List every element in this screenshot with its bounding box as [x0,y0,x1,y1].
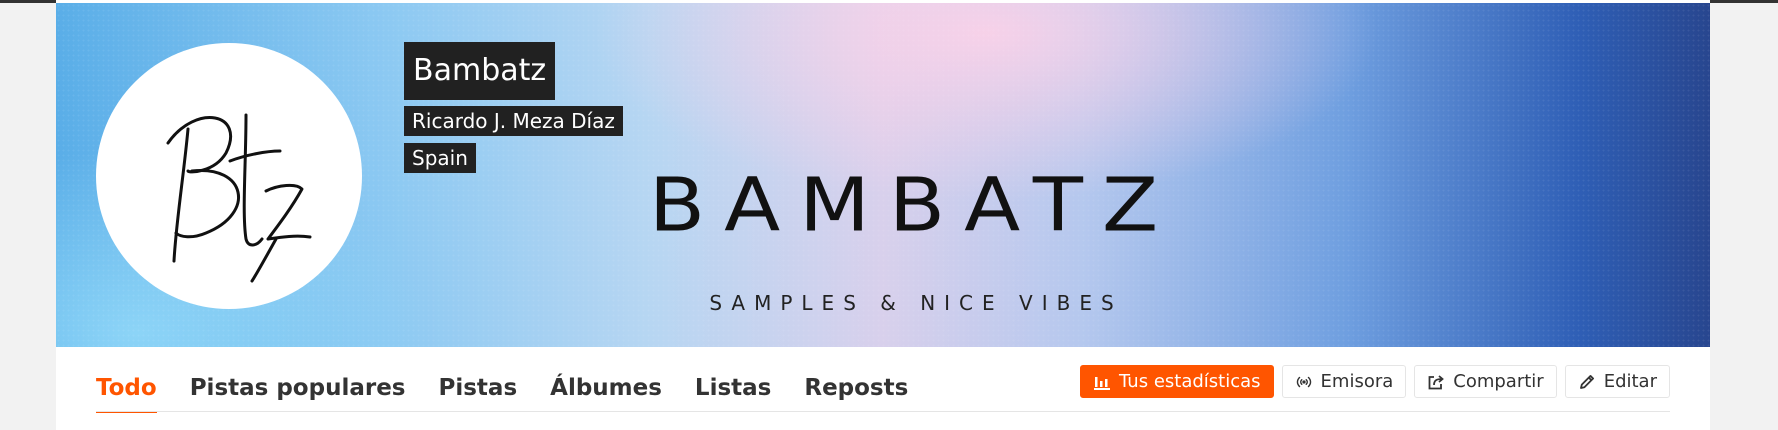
profile-username: Bambatz [404,42,556,100]
avatar[interactable] [96,43,362,309]
station-button-label: Emisora [1320,371,1394,392]
edit-button-label: Editar [1603,371,1657,392]
share-button-label: Compartir [1453,371,1544,392]
btz-logo-icon [166,113,312,283]
tab-albums[interactable]: Álbumes [550,347,662,411]
banner-title: BAMBATZ [648,162,1178,249]
tab-popular-tracks[interactable]: Pistas populares [190,347,406,411]
profile-header-banner: Bambatz Ricardo J. Meza Díaz Spain BAMBA… [56,3,1710,347]
share-icon [1427,373,1445,391]
pencil-icon [1578,373,1596,391]
bar-chart-icon [1093,373,1111,391]
profile-location: Spain [404,143,476,173]
banner-subtitle: SAMPLES & NICE VIBES [709,291,1123,315]
broadcast-icon [1295,373,1313,391]
tab-reposts[interactable]: Reposts [804,347,908,411]
profile-nav: Todo Pistas populares Pistas Álbumes Lis… [56,347,1710,430]
tab-tracks[interactable]: Pistas [439,347,518,411]
stats-button-label: Tus estadísticas [1119,371,1261,392]
station-button[interactable]: Emisora [1281,365,1407,398]
profile-page: Bambatz Ricardo J. Meza Díaz Spain BAMBA… [56,0,1710,430]
edit-button[interactable]: Editar [1564,365,1670,398]
share-button[interactable]: Compartir [1414,365,1557,398]
nav-divider [96,411,1670,412]
profile-tabs: Todo Pistas populares Pistas Álbumes Lis… [96,347,941,413]
stats-button[interactable]: Tus estadísticas [1080,365,1274,398]
profile-real-name: Ricardo J. Meza Díaz [404,106,623,136]
profile-actions: Tus estadísticas Emisora Compartir Edita… [1080,365,1670,398]
tab-playlists[interactable]: Listas [695,347,771,411]
tab-todo[interactable]: Todo [96,347,157,413]
